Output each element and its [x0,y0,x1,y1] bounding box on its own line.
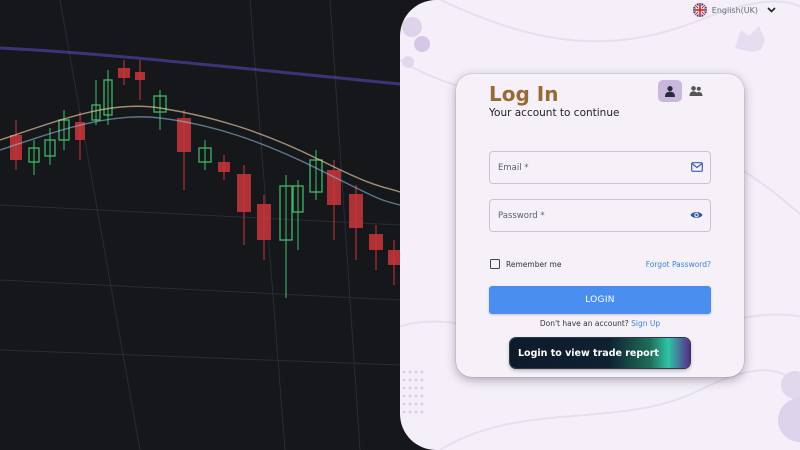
password-field[interactable] [489,199,711,232]
language-label: English(UK) [711,5,758,15]
page-subtitle: Your account to continue [489,107,620,119]
candle-down [118,68,130,78]
user-group-toggle[interactable] [684,80,708,102]
grid-line [0,204,401,226]
single-user-toggle[interactable] [658,80,682,102]
login-card: Log In Your account to continue Email * … [456,74,744,377]
signup-prompt-row: Don't have an account? Sign Up [456,319,744,328]
grid-line [0,279,401,301]
email-field[interactable] [489,151,711,184]
eye-icon[interactable] [690,210,703,220]
language-selector[interactable]: English(UK) [692,2,776,18]
remember-me-checkbox[interactable] [490,259,500,269]
candle-down [257,204,271,240]
candle-down [237,174,251,212]
candle-down [10,135,22,160]
user-group-icon [689,86,703,96]
candle-down [349,194,363,228]
grid-line [59,0,141,450]
trade-report-button[interactable]: Login to view trade report [510,338,690,368]
login-panel: English(UK) Log In Your account to conti… [400,0,800,450]
chevron-down-icon [767,7,776,13]
signup-link[interactable]: Sign Up [631,319,660,328]
candle-down [369,234,383,250]
moving-average-line [0,46,401,86]
single-user-icon [665,86,675,97]
email-input[interactable] [498,152,683,183]
candle-down [388,250,400,265]
login-button[interactable]: LOGIN [489,286,711,314]
signup-prompt: Don't have an account? [539,319,629,328]
role-toggle [658,80,708,102]
candle-down [218,162,230,172]
forgot-password-link[interactable]: Forgot Password? [646,260,711,269]
grid-line [0,349,401,366]
trade-report-label: Login to view trade report [518,347,659,359]
remember-me-row: Remember me [490,259,561,269]
candle-down [135,72,145,80]
remember-me-label: Remember me [506,259,562,269]
page-title: Log In [489,82,559,106]
mail-icon [691,162,703,172]
password-input[interactable] [498,200,683,231]
uk-flag-icon [692,3,707,17]
